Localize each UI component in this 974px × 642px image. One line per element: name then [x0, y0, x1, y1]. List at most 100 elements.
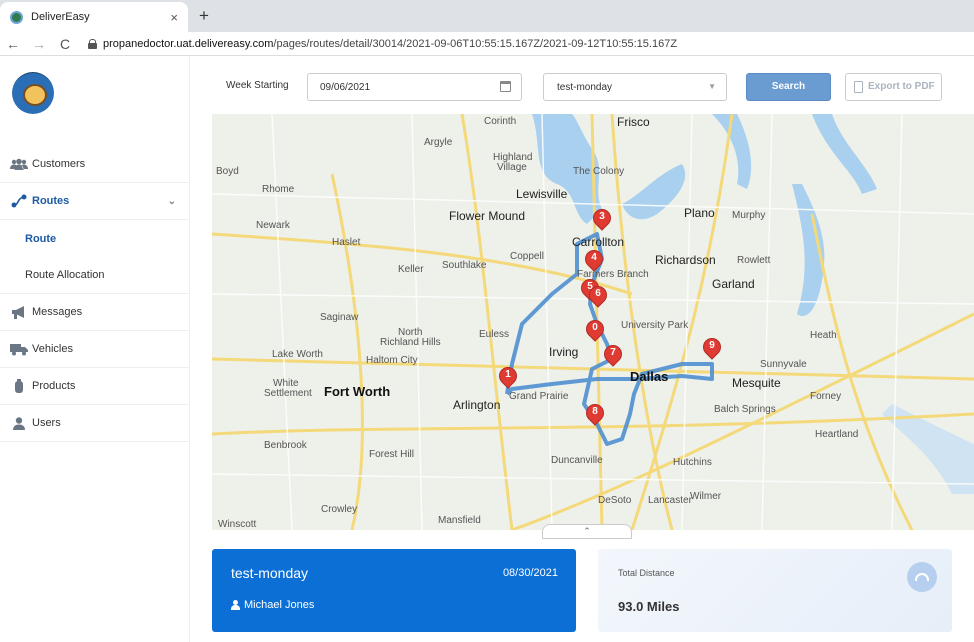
map-label-arlington: Arlington — [453, 398, 501, 412]
map-label-heartland: Heartland — [815, 429, 859, 440]
map-label-boyd: Boyd — [216, 166, 239, 177]
map-label-richland-hills: Richland Hills — [380, 337, 441, 348]
route-select-value: test-monday — [557, 82, 613, 93]
map-label-carrollton: Carrollton — [572, 235, 625, 249]
map-label-lewisville: Lewisville — [516, 187, 568, 201]
route-select[interactable]: test-monday ▼ — [543, 73, 727, 101]
tab-close-icon[interactable]: × — [170, 10, 178, 25]
map-label-crowley: Crowley — [321, 504, 358, 515]
sidebar-item-route-allocation[interactable]: Route Allocation — [0, 257, 190, 294]
export-pdf-button[interactable]: Export to PDF — [845, 73, 942, 101]
map-label-benbrook: Benbrook — [264, 440, 307, 451]
sidebar-item-route[interactable]: Route — [0, 220, 190, 257]
browser-tab[interactable]: DeliverEasy × — [0, 2, 188, 32]
route-icon — [10, 194, 28, 208]
address-bar: ← → C propanedoctor.uat.delivereasy.com/… — [0, 32, 974, 56]
map-label-university-park: University Park — [621, 320, 689, 331]
week-date-input[interactable]: 09/06/2021 — [307, 73, 522, 101]
route-stop-pin[interactable]: 1 — [495, 363, 521, 391]
route-stop-pin[interactable]: 8 — [582, 400, 608, 428]
sidebar-item-label: Route Allocation — [25, 269, 105, 281]
stop-number: 0 — [592, 322, 598, 333]
forward-arrow-icon[interactable]: → — [26, 36, 52, 52]
map-label-rhome: Rhome — [262, 184, 295, 195]
truck-icon — [10, 342, 28, 356]
map-label-murphy: Murphy — [732, 210, 766, 221]
sidebar-item-label: Vehicles — [32, 343, 73, 355]
stop-number: 3 — [599, 211, 605, 222]
url-host: propanedoctor.uat.delivereasy.com — [103, 37, 274, 50]
map-label-irving: Irving — [549, 345, 579, 359]
search-button[interactable]: Search — [746, 73, 831, 101]
sidebar-item-messages[interactable]: Messages — [0, 294, 190, 331]
stop-number: 8 — [592, 406, 598, 417]
reload-icon[interactable]: C — [52, 36, 78, 52]
sidebar-item-users[interactable]: Users — [0, 405, 190, 442]
map-label-forest-hill: Forest Hill — [369, 449, 415, 460]
user-icon — [10, 416, 28, 430]
favicon-icon — [10, 10, 23, 24]
map-label-newark: Newark — [256, 220, 290, 231]
speedometer-icon — [907, 562, 937, 592]
map-label-duncanville: Duncanville — [551, 455, 603, 466]
url-field[interactable]: propanedoctor.uat.delivereasy.com/pages/… — [103, 38, 677, 50]
map-label-flower-mound: Flower Mound — [449, 209, 526, 223]
sidebar-item-label: Route — [25, 232, 57, 245]
browser-tab-bar: DeliverEasy × + — [0, 0, 974, 32]
lock-icon — [88, 38, 97, 49]
stop-number: 6 — [595, 288, 601, 299]
sidebar-nav: Customers Routes ⌄ Route Route Allocatio… — [0, 146, 190, 442]
route-date: 08/30/2021 — [502, 567, 558, 579]
stop-number: 4 — [591, 252, 597, 263]
export-pdf-label: Export to PDF — [868, 81, 935, 92]
route-map[interactable]: Corinth Frisco Argyle Highland Village T… — [212, 114, 974, 530]
route-stop-pin[interactable]: 7 — [600, 341, 626, 369]
map-label-coppell: Coppell — [510, 251, 544, 262]
map-label-the-colony: The Colony — [573, 166, 625, 177]
pdf-file-icon — [854, 81, 863, 93]
map-label-keller: Keller — [398, 264, 424, 275]
map-label-garland: Garland — [712, 277, 755, 291]
route-stop-pin[interactable]: 3 — [589, 205, 615, 233]
sidebar-item-vehicles[interactable]: Vehicles — [0, 331, 190, 368]
sidebar-item-customers[interactable]: Customers — [0, 146, 190, 183]
chevron-down-icon: ▼ — [708, 82, 716, 91]
map-label-settlement: Settlement — [264, 388, 312, 399]
map-label-saginaw: Saginaw — [320, 312, 359, 323]
map-label-wilmer: Wilmer — [690, 491, 722, 502]
map-label-balch-springs: Balch Springs — [714, 404, 776, 415]
company-logo[interactable] — [12, 72, 54, 114]
map-label-plano: Plano — [684, 206, 715, 220]
back-arrow-icon[interactable]: ← — [0, 36, 26, 52]
map-label-dallas: Dallas — [630, 369, 669, 384]
map-label-haslet: Haslet — [332, 237, 361, 248]
map-label-sunnyvale: Sunnyvale — [760, 359, 807, 370]
map-label-grand-prairie: Grand Prairie — [509, 391, 569, 402]
route-stop-pin[interactable]: 0 — [582, 316, 608, 344]
sidebar-item-products[interactable]: Products — [0, 368, 190, 405]
route-driver: Michael Jones — [231, 599, 314, 611]
route-stop-pin[interactable]: 9 — [699, 334, 725, 362]
stop-number: 7 — [610, 347, 616, 358]
route-stop-pin[interactable]: 6 — [585, 282, 611, 310]
sidebar-item-label: Products — [32, 380, 76, 392]
stop-number: 1 — [505, 369, 511, 380]
new-tab-button[interactable]: + — [194, 6, 214, 26]
map-label-argyle: Argyle — [424, 137, 453, 148]
map-label-lake-worth: Lake Worth — [272, 349, 323, 360]
sidebar-item-label: Routes — [32, 195, 70, 207]
map-label-southlake: Southlake — [442, 260, 487, 271]
route-name: test-monday — [231, 565, 309, 581]
url-path: /pages/routes/detail/30014/2021-09-06T10… — [273, 37, 678, 50]
route-stop-pin[interactable]: 4 — [581, 246, 607, 274]
route-filter-toolbar: Week Starting 09/06/2021 test-monday ▼ S… — [212, 56, 974, 114]
map-collapse-toggle[interactable]: ⌃ — [542, 524, 632, 539]
map-label-heath: Heath — [810, 330, 837, 341]
sidebar-item-routes[interactable]: Routes ⌄ — [0, 183, 190, 220]
megaphone-icon — [10, 305, 28, 319]
map-label-fort-worth: Fort Worth — [324, 384, 391, 399]
user-icon — [231, 600, 240, 610]
map-label-lancaster: Lancaster — [648, 495, 692, 506]
calendar-icon[interactable] — [500, 81, 511, 92]
map-label-richardson: Richardson — [655, 253, 716, 267]
